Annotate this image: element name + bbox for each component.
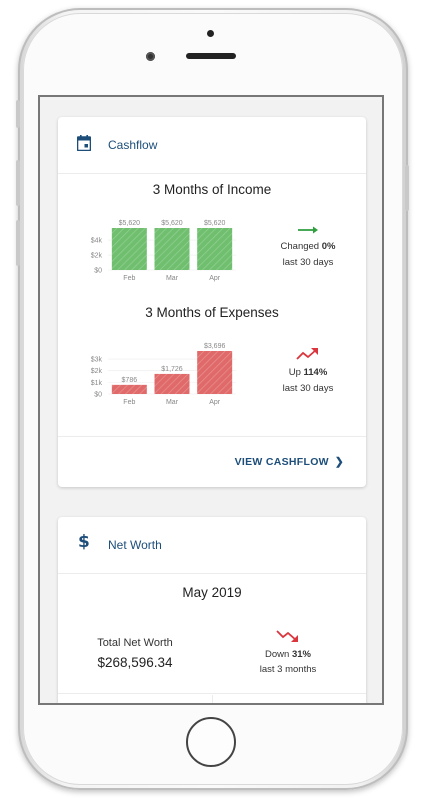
net-worth-divider-horizontal	[58, 693, 366, 694]
app-screen: Cashflow 3 Months of Income $4k $2k $0 $5,6…	[38, 95, 384, 705]
total-net-worth-label: Total Net Worth	[97, 637, 173, 649]
expenses-title: 3 Months of Expenses	[145, 305, 279, 320]
y-tick-label: $3k	[91, 357, 103, 364]
mute-switch	[16, 100, 20, 128]
x-tick-label: Feb	[123, 399, 135, 406]
income-change-prefix: Changed	[280, 241, 320, 252]
x-tick-label: Feb	[123, 275, 135, 282]
chevron-right-icon: ❯	[334, 456, 344, 468]
x-tick-label: Mar	[166, 275, 179, 282]
bar-value-label: $3,696	[204, 343, 226, 350]
income-bar-chart: $4k $2k $0 $5,620 Feb $5,620 Mar $5,620 Apr	[91, 220, 236, 282]
income-change-stat: Changed 0% last 30 days	[258, 225, 358, 271]
net-worth-card-header: $ Net Worth	[58, 517, 366, 574]
proximity-sensor	[207, 30, 214, 37]
expenses-change-stat: Up 114% last 30 days	[258, 347, 358, 397]
calendar-icon	[77, 135, 91, 151]
net-worth-period: May 2019	[182, 585, 242, 600]
net-worth-change-period: last 3 months	[259, 664, 317, 675]
power-button	[405, 165, 409, 211]
bar-value-label: $5,620	[119, 220, 141, 227]
income-change-pct: 0%	[321, 241, 336, 252]
net-worth-change-prefix: Down	[265, 649, 290, 660]
total-net-worth-value: $268,596.34	[97, 655, 173, 670]
net-worth-divider-vertical	[212, 695, 213, 703]
trend-flat-icon	[298, 226, 318, 234]
net-worth-title: Net Worth	[108, 538, 162, 552]
net-worth-card: $ Net Worth May 2019 Total Net Worth $26…	[58, 517, 366, 703]
y-tick-label: $2k	[91, 253, 103, 260]
cashflow-title: Cashflow	[108, 138, 158, 152]
net-worth-change-pct: 31%	[291, 649, 311, 660]
expenses-change-pct: 114%	[303, 367, 328, 378]
y-tick-label: $2k	[91, 368, 103, 375]
bar-value-label: $5,620	[204, 220, 226, 227]
income-title: 3 Months of Income	[152, 182, 272, 197]
income-change-period: last 30 days	[282, 257, 334, 268]
trend-down-icon	[276, 630, 298, 642]
y-tick-label: $4k	[91, 238, 103, 245]
bar-apr	[197, 228, 233, 270]
volume-up-button	[16, 160, 20, 206]
bar-feb	[111, 228, 147, 270]
expenses-change-prefix: Up	[288, 367, 301, 378]
bar-value-label: $1,726	[161, 366, 183, 373]
bar-apr	[197, 351, 233, 394]
cashflow-card: Cashflow 3 Months of Income $4k $2k $0 $5,6…	[58, 117, 366, 487]
expenses-bar-chart: $3k $2k $1k $0 $786 Feb $1,726 Mar $3,696 Apr	[91, 343, 236, 406]
cashflow-card-header: Cashflow	[58, 117, 366, 174]
cashflow-card-footer: VIEW CASHFLOW ❯	[58, 436, 366, 487]
net-worth-change-stat: Down 31% last 3 months	[238, 629, 338, 677]
x-tick-label: Apr	[209, 399, 221, 406]
home-button[interactable]	[186, 717, 236, 767]
y-tick-label: $0	[94, 268, 102, 275]
bar-mar	[154, 373, 190, 394]
y-tick-label: $1k	[91, 380, 103, 387]
bar-feb	[111, 384, 147, 394]
trend-up-icon	[296, 348, 318, 360]
bar-value-label: $786	[122, 377, 138, 384]
view-cashflow-label: VIEW CASHFLOW	[234, 456, 329, 468]
x-tick-label: Mar	[166, 399, 179, 406]
bar-value-label: $5,620	[161, 220, 183, 227]
bar-mar	[154, 228, 190, 270]
earpiece-speaker	[186, 53, 236, 59]
front-camera	[146, 52, 155, 61]
x-tick-label: Apr	[209, 275, 221, 282]
y-tick-label: $0	[94, 392, 102, 399]
expenses-change-period: last 30 days	[282, 383, 334, 394]
dollar-icon: $	[78, 532, 90, 552]
view-cashflow-link[interactable]: VIEW CASHFLOW ❯	[235, 456, 344, 468]
volume-down-button	[16, 220, 20, 266]
